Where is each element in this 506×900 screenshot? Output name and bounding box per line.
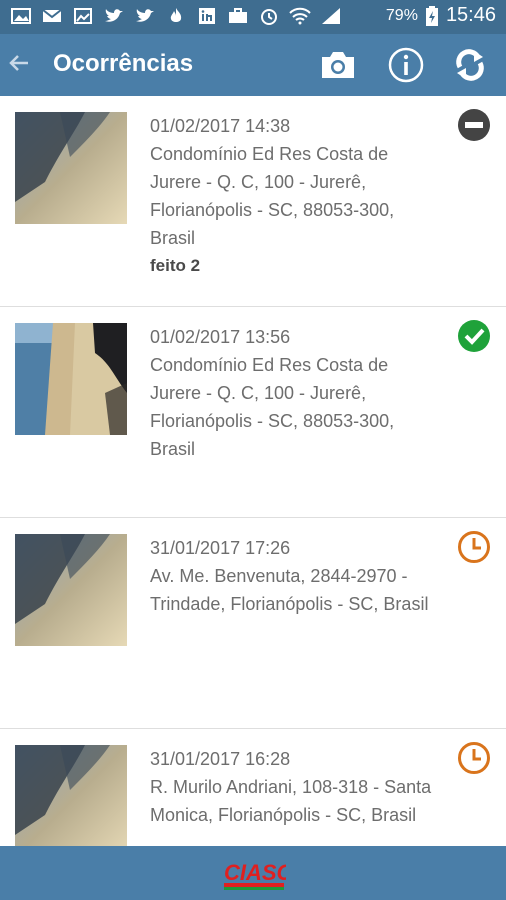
- list-item[interactable]: 01/02/2017 14:38 Condomínio Ed Res Costa…: [0, 96, 506, 307]
- twitter-icon: [103, 6, 125, 26]
- list-item[interactable]: 31/01/2017 16:28 R. Murilo Andriani, 108…: [0, 729, 506, 846]
- signal-icon: [320, 6, 342, 26]
- occurrence-photo: [15, 745, 127, 846]
- back-arrow-icon[interactable]: [8, 52, 30, 74]
- briefcase-icon: [227, 6, 249, 26]
- twitter-icon: [134, 6, 156, 26]
- occurrence-list: 01/02/2017 14:38 Condomínio Ed Res Costa…: [0, 96, 506, 846]
- occurrence-photo: [15, 534, 127, 646]
- linkedin-icon: [196, 6, 218, 26]
- occurrence-date: 31/01/2017 16:28: [150, 749, 291, 769]
- clock-time: 15:46: [445, 4, 496, 26]
- image-icon: [72, 6, 94, 26]
- occurrence-address: Av. Me. Benvenuta, 2844-2970 - Trindade,…: [150, 566, 429, 614]
- mail-icon: [41, 6, 63, 26]
- svg-text:CIASC: CIASC: [224, 860, 286, 885]
- info-icon: [388, 47, 424, 83]
- gallery-icon: [10, 6, 32, 26]
- occurrence-address: R. Murilo Andriani, 108-318 - Santa Moni…: [150, 777, 432, 825]
- occurrence-date: 01/02/2017 14:38: [150, 116, 291, 136]
- occurrence-date: 31/01/2017 17:26: [150, 538, 291, 558]
- occurrence-address: Condomínio Ed Res Costa de Jurere - Q. C…: [150, 355, 395, 459]
- wifi-icon: [289, 6, 311, 26]
- battery-icon: [425, 5, 438, 26]
- status-pending-icon: [457, 741, 491, 775]
- occurrence-note: feito 2: [150, 256, 201, 275]
- battery-percent: 79%: [385, 6, 418, 24]
- occurrence-date: 01/02/2017 13:56: [150, 327, 291, 347]
- list-item[interactable]: 01/02/2017 13:56 Condomínio Ed Res Costa…: [0, 307, 506, 518]
- footer-bar: CIASC: [0, 846, 506, 900]
- occurrence-photo: [15, 112, 127, 224]
- camera-icon: [322, 52, 354, 78]
- camera-button[interactable]: [318, 45, 358, 85]
- ciasc-logo: CIASC: [222, 856, 294, 892]
- refresh-button[interactable]: [450, 45, 490, 85]
- status-blocked-icon: [457, 108, 491, 142]
- alarm-icon: [258, 6, 280, 26]
- info-button[interactable]: [386, 45, 426, 85]
- fire-icon: [165, 6, 187, 26]
- occurrence-photo: [15, 323, 127, 435]
- list-item[interactable]: 31/01/2017 17:26 Av. Me. Benvenuta, 2844…: [0, 518, 506, 729]
- page-title: Ocorrências: [53, 50, 194, 77]
- status-bar: 79% 15:46: [0, 0, 506, 34]
- refresh-icon: [456, 49, 484, 81]
- notification-icons: [10, 6, 342, 26]
- status-pending-icon: [457, 530, 491, 564]
- status-done-icon: [457, 319, 491, 353]
- occurrence-address: Condomínio Ed Res Costa de Jurere - Q. C…: [150, 144, 395, 248]
- app-bar: Ocorrências: [0, 34, 506, 96]
